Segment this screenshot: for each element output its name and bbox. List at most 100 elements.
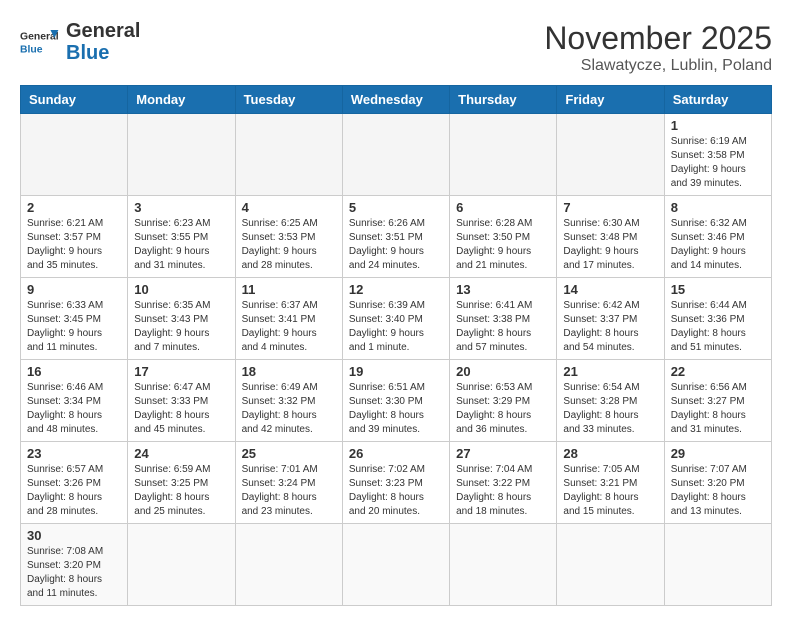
calendar-day-cell: 21 Sunrise: 6:54 AM Sunset: 3:28 PM Dayli… (557, 360, 664, 442)
calendar-day-cell: 14 Sunrise: 6:42 AM Sunset: 3:37 PM Dayli… (557, 278, 664, 360)
day-info: Sunrise: 6:59 AM Sunset: 3:25 PM Dayligh… (134, 463, 228, 519)
day-number: 5 (349, 200, 443, 215)
day-number: 15 (671, 282, 765, 297)
day-number: 17 (134, 364, 228, 379)
calendar-day-cell: 22 Sunrise: 6:56 AM Sunset: 3:27 PM Dayli… (664, 360, 771, 442)
calendar-header-tuesday: Tuesday (235, 86, 342, 114)
day-number: 14 (563, 282, 657, 297)
calendar-day-cell (450, 114, 557, 196)
calendar-day-cell: 26 Sunrise: 7:02 AM Sunset: 3:23 PM Dayli… (342, 442, 449, 524)
title-block: November 2025 Slawatycze, Lublin, Poland (544, 20, 772, 75)
logo-general-text: General (66, 20, 140, 42)
calendar-day-cell: 17 Sunrise: 6:47 AM Sunset: 3:33 PM Dayli… (128, 360, 235, 442)
calendar-day-cell (450, 524, 557, 606)
day-info: Sunrise: 6:37 AM Sunset: 3:41 PM Dayligh… (242, 299, 336, 355)
day-info: Sunrise: 6:19 AM Sunset: 3:58 PM Dayligh… (671, 135, 765, 191)
calendar-day-cell (557, 524, 664, 606)
calendar-day-cell: 7Sunrise: 6:30 AM Sunset: 3:48 PM Daylig… (557, 196, 664, 278)
calendar-header-wednesday: Wednesday (342, 86, 449, 114)
day-number: 21 (563, 364, 657, 379)
logo-icon: General Blue (20, 22, 60, 62)
day-number: 11 (242, 282, 336, 297)
day-info: Sunrise: 6:25 AM Sunset: 3:53 PM Dayligh… (242, 217, 336, 273)
calendar-header-row: SundayMondayTuesdayWednesdayThursdayFrid… (21, 86, 772, 114)
calendar-week-row: 1 Sunrise: 6:19 AM Sunset: 3:58 PM Daylig… (21, 114, 772, 196)
day-number: 30 (27, 528, 121, 543)
calendar-week-row: 9 Sunrise: 6:33 AM Sunset: 3:45 PM Daylig… (21, 278, 772, 360)
day-number: 26 (349, 446, 443, 461)
logo: General Blue General Blue (20, 20, 140, 64)
calendar-day-cell (557, 114, 664, 196)
day-info: Sunrise: 7:08 AM Sunset: 3:20 PM Dayligh… (27, 545, 121, 601)
calendar-header-friday: Friday (557, 86, 664, 114)
calendar-table: SundayMondayTuesdayWednesdayThursdayFrid… (20, 85, 772, 606)
calendar-day-cell: 2Sunrise: 6:21 AM Sunset: 3:57 PM Daylig… (21, 196, 128, 278)
day-number: 19 (349, 364, 443, 379)
calendar-day-cell: 20 Sunrise: 6:53 AM Sunset: 3:29 PM Dayli… (450, 360, 557, 442)
day-number: 28 (563, 446, 657, 461)
day-number: 13 (456, 282, 550, 297)
day-number: 20 (456, 364, 550, 379)
calendar-day-cell (128, 114, 235, 196)
calendar-day-cell: 11 Sunrise: 6:37 AM Sunset: 3:41 PM Dayli… (235, 278, 342, 360)
calendar-week-row: 2Sunrise: 6:21 AM Sunset: 3:57 PM Daylig… (21, 196, 772, 278)
day-info: Sunrise: 6:51 AM Sunset: 3:30 PM Dayligh… (349, 381, 443, 437)
day-info: Sunrise: 7:07 AM Sunset: 3:20 PM Dayligh… (671, 463, 765, 519)
day-info: Sunrise: 6:47 AM Sunset: 3:33 PM Dayligh… (134, 381, 228, 437)
calendar-day-cell: 25Sunrise: 7:01 AM Sunset: 3:24 PM Dayli… (235, 442, 342, 524)
calendar-day-cell: 19 Sunrise: 6:51 AM Sunset: 3:30 PM Dayli… (342, 360, 449, 442)
day-info: Sunrise: 7:05 AM Sunset: 3:21 PM Dayligh… (563, 463, 657, 519)
day-number: 3 (134, 200, 228, 215)
day-info: Sunrise: 6:57 AM Sunset: 3:26 PM Dayligh… (27, 463, 121, 519)
day-number: 24 (134, 446, 228, 461)
calendar-day-cell: 18 Sunrise: 6:49 AM Sunset: 3:32 PM Dayli… (235, 360, 342, 442)
calendar-day-cell (128, 524, 235, 606)
day-number: 6 (456, 200, 550, 215)
calendar-day-cell: 28 Sunrise: 7:05 AM Sunset: 3:21 PM Dayli… (557, 442, 664, 524)
day-number: 23 (27, 446, 121, 461)
calendar-day-cell (21, 114, 128, 196)
day-info: Sunrise: 6:49 AM Sunset: 3:32 PM Dayligh… (242, 381, 336, 437)
calendar-day-cell (664, 524, 771, 606)
day-number: 8 (671, 200, 765, 215)
day-info: Sunrise: 6:32 AM Sunset: 3:46 PM Dayligh… (671, 217, 765, 273)
day-number: 16 (27, 364, 121, 379)
calendar-day-cell: 10Sunrise: 6:35 AM Sunset: 3:43 PM Dayli… (128, 278, 235, 360)
calendar-header-saturday: Saturday (664, 86, 771, 114)
day-info: Sunrise: 6:56 AM Sunset: 3:27 PM Dayligh… (671, 381, 765, 437)
calendar-day-cell (342, 114, 449, 196)
day-info: Sunrise: 6:54 AM Sunset: 3:28 PM Dayligh… (563, 381, 657, 437)
day-info: Sunrise: 6:42 AM Sunset: 3:37 PM Dayligh… (563, 299, 657, 355)
logo-blue-text: Blue (66, 42, 140, 64)
calendar-week-row: 16 Sunrise: 6:46 AM Sunset: 3:34 PM Dayli… (21, 360, 772, 442)
calendar-day-cell: 8 Sunrise: 6:32 AM Sunset: 3:46 PM Daylig… (664, 196, 771, 278)
page-header: General Blue General Blue November 2025 … (20, 20, 772, 75)
day-info: Sunrise: 7:04 AM Sunset: 3:22 PM Dayligh… (456, 463, 550, 519)
day-number: 1 (671, 118, 765, 133)
calendar-day-cell: 1 Sunrise: 6:19 AM Sunset: 3:58 PM Daylig… (664, 114, 771, 196)
day-number: 22 (671, 364, 765, 379)
calendar-day-cell: 15Sunrise: 6:44 AM Sunset: 3:36 PM Dayli… (664, 278, 771, 360)
day-info: Sunrise: 6:28 AM Sunset: 3:50 PM Dayligh… (456, 217, 550, 273)
day-number: 27 (456, 446, 550, 461)
calendar-day-cell (235, 114, 342, 196)
calendar-header-sunday: Sunday (21, 86, 128, 114)
calendar-day-cell: 12 Sunrise: 6:39 AM Sunset: 3:40 PM Dayli… (342, 278, 449, 360)
day-info: Sunrise: 6:33 AM Sunset: 3:45 PM Dayligh… (27, 299, 121, 355)
calendar-day-cell: 27 Sunrise: 7:04 AM Sunset: 3:22 PM Dayli… (450, 442, 557, 524)
day-info: Sunrise: 6:21 AM Sunset: 3:57 PM Dayligh… (27, 217, 121, 273)
day-number: 18 (242, 364, 336, 379)
day-info: Sunrise: 6:39 AM Sunset: 3:40 PM Dayligh… (349, 299, 443, 355)
calendar-day-cell: 4 Sunrise: 6:25 AM Sunset: 3:53 PM Daylig… (235, 196, 342, 278)
day-number: 4 (242, 200, 336, 215)
day-info: Sunrise: 6:30 AM Sunset: 3:48 PM Dayligh… (563, 217, 657, 273)
calendar-day-cell: 13Sunrise: 6:41 AM Sunset: 3:38 PM Dayli… (450, 278, 557, 360)
day-info: Sunrise: 7:02 AM Sunset: 3:23 PM Dayligh… (349, 463, 443, 519)
day-number: 9 (27, 282, 121, 297)
svg-text:Blue: Blue (20, 44, 43, 55)
calendar-day-cell: 29Sunrise: 7:07 AM Sunset: 3:20 PM Dayli… (664, 442, 771, 524)
day-number: 12 (349, 282, 443, 297)
calendar-week-row: 30 Sunrise: 7:08 AM Sunset: 3:20 PM Dayli… (21, 524, 772, 606)
day-info: Sunrise: 6:53 AM Sunset: 3:29 PM Dayligh… (456, 381, 550, 437)
day-info: Sunrise: 6:46 AM Sunset: 3:34 PM Dayligh… (27, 381, 121, 437)
